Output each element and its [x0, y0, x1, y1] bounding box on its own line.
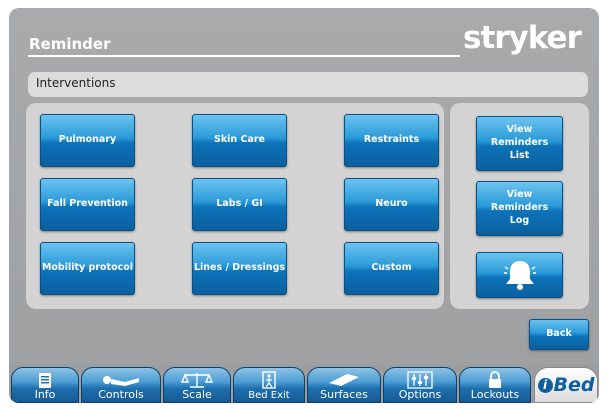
- view-reminders-log-button[interactable]: View Reminders Log: [476, 181, 563, 236]
- tab-lockouts[interactable]: Lockouts: [459, 367, 531, 403]
- surface-icon: [308, 371, 380, 389]
- scale-icon: [164, 371, 230, 389]
- title-underline: [28, 55, 460, 57]
- tab-surfaces[interactable]: Surfaces: [307, 367, 381, 403]
- ibed-logo-i: i: [537, 377, 553, 393]
- patient-icon: [82, 371, 160, 389]
- tab-info[interactable]: Info: [11, 367, 79, 403]
- section-header: Interventions: [28, 72, 588, 97]
- fall-prevention-button[interactable]: Fall Prevention: [40, 178, 135, 231]
- tab-label: Bed Exit: [248, 390, 290, 401]
- lines-dressings-button[interactable]: Lines / Dressings: [192, 242, 287, 295]
- custom-button[interactable]: Custom: [344, 242, 439, 295]
- tab-label: Scale: [182, 388, 212, 401]
- restraints-button[interactable]: Restraints: [344, 114, 439, 167]
- skin-care-button[interactable]: Skin Care: [192, 114, 287, 167]
- sliders-icon: [384, 371, 456, 389]
- mobility-protocol-button[interactable]: Mobility protocol: [40, 242, 135, 295]
- screen: Reminder stryker Interventions Pulmonary…: [9, 8, 599, 403]
- back-button[interactable]: Back: [529, 319, 589, 350]
- tab-bed-exit[interactable]: Bed Exit: [233, 367, 305, 403]
- tab-label: Options: [398, 388, 442, 401]
- lock-icon: [460, 371, 530, 389]
- ibed-logo-text: Bed: [553, 374, 595, 396]
- page-title: Reminder: [29, 35, 111, 53]
- neuro-button[interactable]: Neuro: [344, 178, 439, 231]
- alarm-bell-button[interactable]: [476, 252, 563, 298]
- tab-label: Controls: [98, 388, 144, 401]
- tab-scale[interactable]: Scale: [163, 367, 231, 403]
- stryker-logo: stryker: [463, 20, 582, 56]
- info-icon: [12, 371, 78, 389]
- tab-label: Info: [34, 388, 56, 401]
- labs-gi-button[interactable]: Labs / GI: [192, 178, 287, 231]
- bottom-tab-bar: Info Controls Scale Bed Exit Surfaces Op…: [9, 365, 599, 403]
- tab-controls[interactable]: Controls: [81, 367, 161, 403]
- ibed-tab[interactable]: i Bed: [534, 367, 598, 403]
- section-title: Interventions: [36, 76, 116, 90]
- tab-options[interactable]: Options: [383, 367, 457, 403]
- tab-label: Lockouts: [470, 388, 520, 401]
- bed-exit-icon: [234, 371, 304, 389]
- tab-label: Surfaces: [320, 388, 368, 401]
- bell-icon: [503, 261, 536, 290]
- pulmonary-button[interactable]: Pulmonary: [40, 114, 135, 167]
- view-reminders-list-button[interactable]: View Reminders List: [476, 116, 563, 171]
